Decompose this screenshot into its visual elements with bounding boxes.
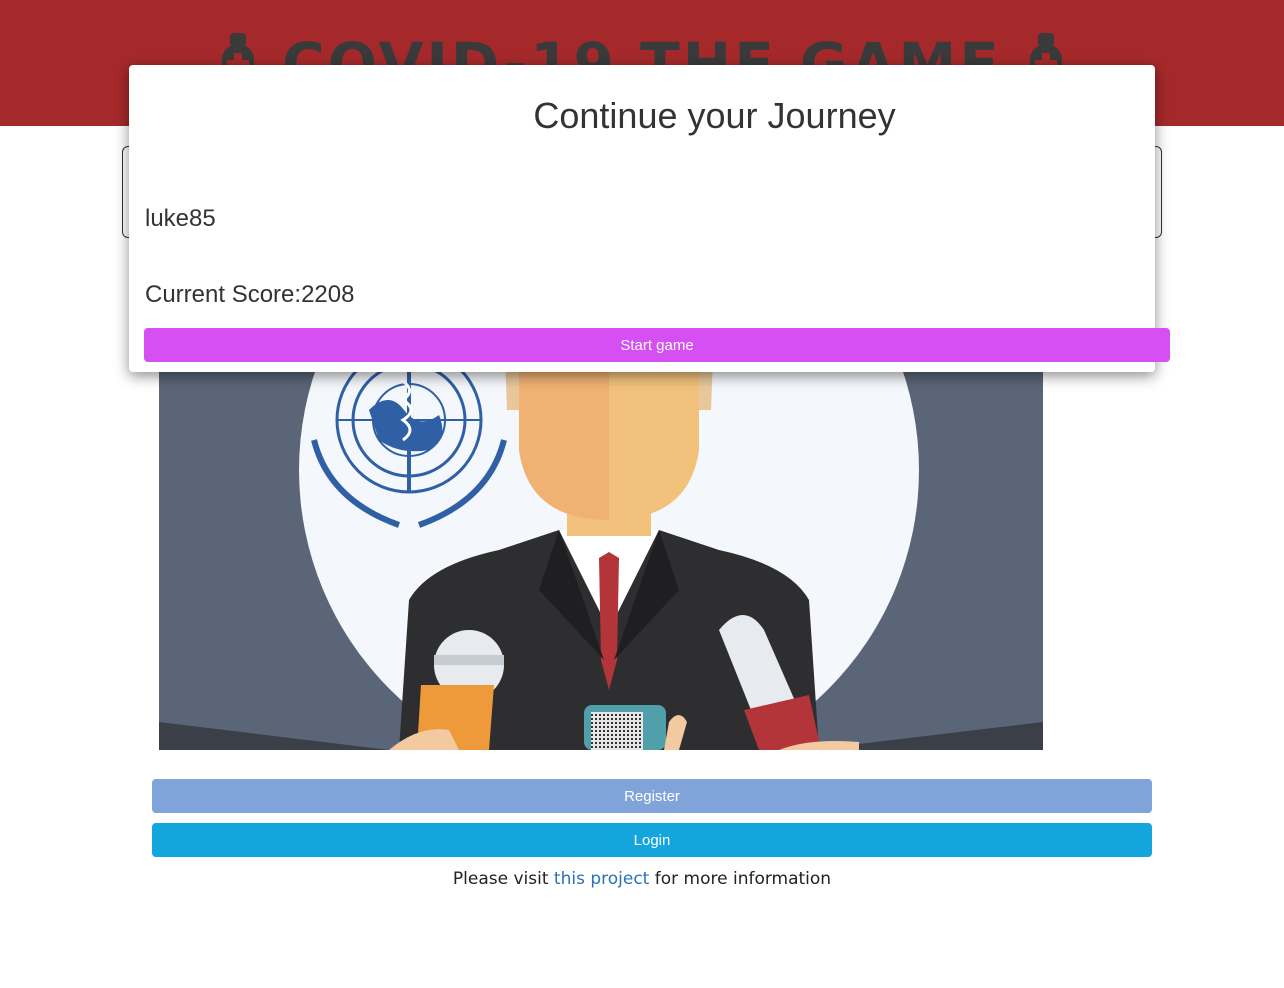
register-button[interactable]: Register — [152, 779, 1152, 813]
project-link[interactable]: this project — [554, 869, 649, 889]
current-score: Current Score:2208 — [145, 281, 354, 309]
footer-prefix: Please visit — [452, 869, 549, 889]
modal-title: Continue your Journey — [533, 95, 896, 136]
footer-suffix: for more information — [654, 869, 832, 889]
score-label: Current Score: — [145, 281, 302, 308]
login-button[interactable]: Login — [152, 823, 1152, 857]
press-conference-illustration — [159, 330, 1043, 750]
score-value: 2208 — [301, 281, 355, 308]
username-label: luke85 — [145, 205, 216, 232]
footer-note: Please visit this project for more infor… — [0, 869, 1284, 889]
continue-journey-modal: Continue your Journey luke85 Current Sco… — [129, 65, 1170, 372]
start-game-button[interactable]: Start game — [144, 328, 1170, 362]
